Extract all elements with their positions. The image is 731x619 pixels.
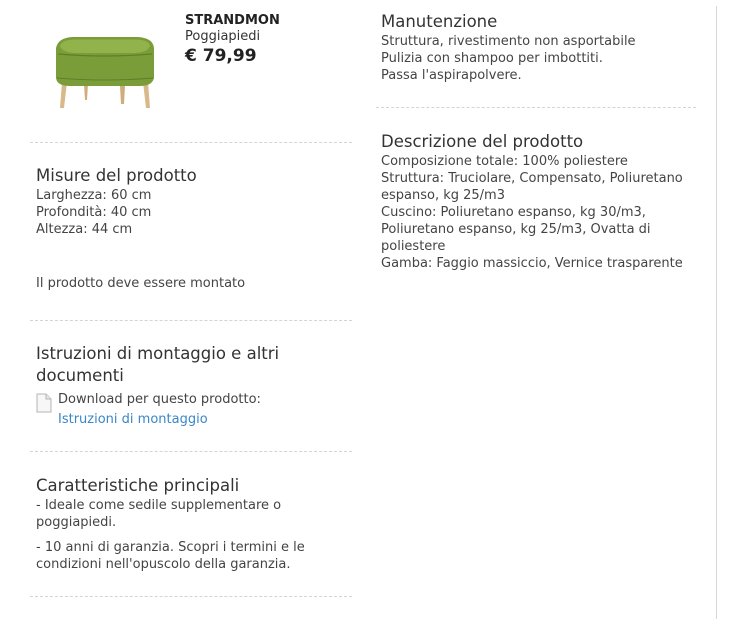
section-descrizione: Descrizione del prodotto Composizione to… [376, 108, 696, 272]
section-misure: Misure del prodotto Larghezza: 60 cm Pro… [30, 143, 352, 320]
section-title: Caratteristiche principali [36, 476, 240, 495]
care-line: Pulizia con shampoo per imbottiti. [381, 51, 603, 66]
download-row: Download per questo prodotto: Istruzioni… [36, 391, 346, 431]
product-name[interactable]: STRANDMON [185, 13, 280, 29]
divider [30, 596, 352, 597]
care-line: Passa l'aspirapolvere. [381, 68, 522, 83]
section-title: Istruzioni di montaggio e altri document… [36, 344, 280, 385]
assembly-note: Il prodotto deve essere montato [36, 276, 246, 291]
product-type: Poggiapiedi [185, 29, 261, 44]
left-column: STRANDMON Poggiapiedi € 79,99 Misure del… [30, 0, 352, 597]
dimension-height: Altezza: 44 cm [36, 222, 133, 237]
material-line: Struttura: Truciolare, Compensato, Poliu… [381, 171, 683, 203]
feature-item: - 10 anni di garanzia. Scopri i termini … [36, 540, 305, 572]
product-image[interactable] [50, 20, 160, 112]
material-line: Composizione totale: 100% poliestere [381, 154, 628, 169]
material-line: Cuscino: Poliuretano espanso, kg 30/m3, … [381, 205, 651, 254]
product-info: STRANDMON Poggiapiedi € 79,99 [185, 13, 280, 67]
section-title: Manutenzione [381, 12, 498, 31]
assembly-instructions-link[interactable]: Istruzioni di montaggio [58, 410, 261, 430]
section-caratteristiche: Caratteristiche principali - Ideale come… [30, 452, 352, 596]
feature-item: - Ideale come sedile supplementare o pog… [36, 498, 282, 530]
section-manutenzione: Manutenzione Struttura, rivestimento non… [376, 0, 696, 107]
download-label: Download per questo prodotto: [58, 392, 261, 407]
dimensions-list: Larghezza: 60 cm Profondità: 40 cm Altez… [36, 187, 346, 238]
document-icon [36, 393, 52, 413]
download-text: Download per questo prodotto: Istruzioni… [58, 391, 261, 430]
material-list: Composizione totale: 100% poliestere Str… [381, 153, 691, 272]
care-instructions: Struttura, rivestimento non asportabile … [381, 33, 691, 84]
section-title: Descrizione del prodotto [381, 132, 584, 151]
dimension-width: Larghezza: 60 cm [36, 188, 152, 203]
product-header: STRANDMON Poggiapiedi € 79,99 [30, 0, 352, 142]
care-line: Struttura, rivestimento non asportabile [381, 34, 636, 49]
section-title: Misure del prodotto [36, 166, 197, 185]
vertical-divider [716, 6, 717, 619]
product-price: € 79,99 [185, 46, 257, 66]
material-line: Gamba: Faggio massiccio, Vernice traspar… [381, 256, 683, 271]
right-column: Manutenzione Struttura, rivestimento non… [376, 0, 696, 272]
section-istruzioni: Istruzioni di montaggio e altri document… [30, 321, 352, 451]
dimension-depth: Profondità: 40 cm [36, 205, 152, 220]
